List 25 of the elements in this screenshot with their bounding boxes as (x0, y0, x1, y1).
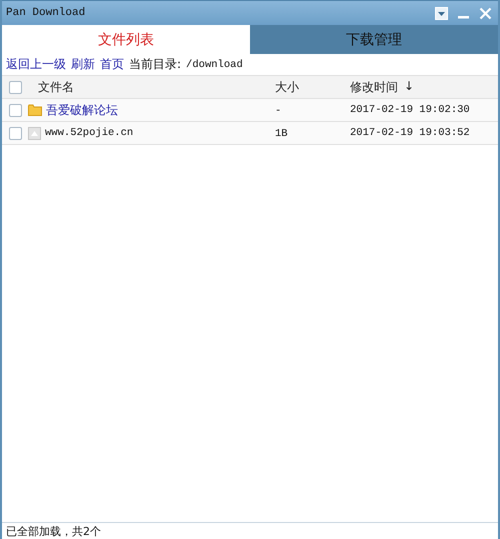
select-all-checkbox[interactable] (8, 80, 22, 94)
file-icon (28, 126, 41, 140)
sort-arrow: ↓ (404, 78, 414, 94)
folder-icon (28, 104, 42, 116)
table-cell: - (275, 105, 282, 117)
row-checkbox[interactable] (8, 126, 22, 140)
nav-link[interactable]: 首页 (100, 56, 124, 73)
table-cell: 2017-02-19 19:02:30 (350, 104, 470, 116)
column-header[interactable]: 文件名 (38, 78, 74, 96)
column-header[interactable]: 修改时间 (350, 78, 398, 96)
column-header[interactable]: 大小 (275, 80, 299, 94)
table-cell: 1B (275, 128, 288, 140)
status-bar: 已全部加载，共2个 (2, 522, 498, 539)
nav-link[interactable]: 返回上一级 (6, 56, 66, 73)
table-cell: 2017-02-19 19:03:52 (350, 127, 470, 139)
tab[interactable]: 文件列表 (2, 25, 250, 54)
path-label: 当前目录: (129, 56, 182, 73)
dropdown-icon[interactable] (435, 6, 448, 20)
window-title: Pan Download (6, 7, 86, 19)
file-name[interactable]: www.52pojie.cn (45, 127, 134, 139)
path-text: /download (186, 58, 243, 70)
row-checkbox[interactable] (8, 104, 22, 116)
close-icon[interactable] (479, 6, 492, 20)
folder-link[interactable]: 吾爱破解论坛 (46, 102, 118, 118)
nav-link[interactable]: 刷新 (71, 56, 95, 73)
